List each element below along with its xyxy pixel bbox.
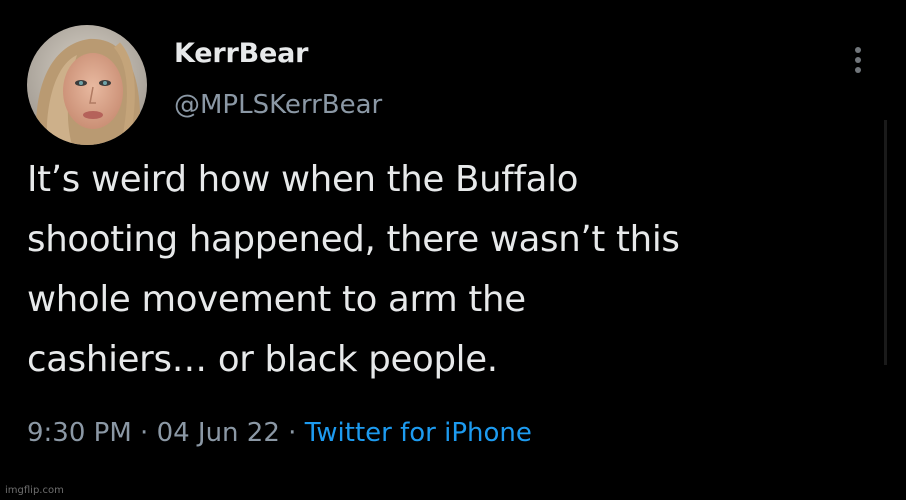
scroll-edge: [884, 120, 887, 365]
watermark: imgflip.com: [5, 485, 64, 496]
tweet-card: KerrBear @MPLSKerrBear It’s weird how wh…: [0, 0, 906, 500]
more-vertical-icon[interactable]: [848, 40, 868, 80]
tweet-text-line: It’s weird how when the Buffalo: [27, 159, 579, 200]
meta-separator: ·: [279, 418, 305, 448]
display-name[interactable]: KerrBear: [174, 38, 308, 69]
tweet-text-line: cashiers… or black people.: [27, 339, 498, 380]
tweet-text-line: whole movement to arm the: [27, 279, 526, 320]
tweet-source[interactable]: Twitter for iPhone: [305, 418, 532, 448]
tweet-date[interactable]: 04 Jun 22: [157, 418, 280, 448]
user-handle[interactable]: @MPLSKerrBear: [174, 90, 382, 120]
avatar[interactable]: [27, 25, 147, 145]
tweet-text-line: shooting happened, there wasn’t this: [27, 219, 680, 260]
tweet-time[interactable]: 9:30 PM: [27, 418, 132, 448]
avatar-image: [27, 25, 147, 145]
tweet-text: It’s weird how when the Buffalo shooting…: [27, 150, 867, 390]
tweet-meta: 9:30 PM · 04 Jun 22 · Twitter for iPhone: [27, 418, 532, 448]
meta-separator: ·: [131, 418, 157, 448]
